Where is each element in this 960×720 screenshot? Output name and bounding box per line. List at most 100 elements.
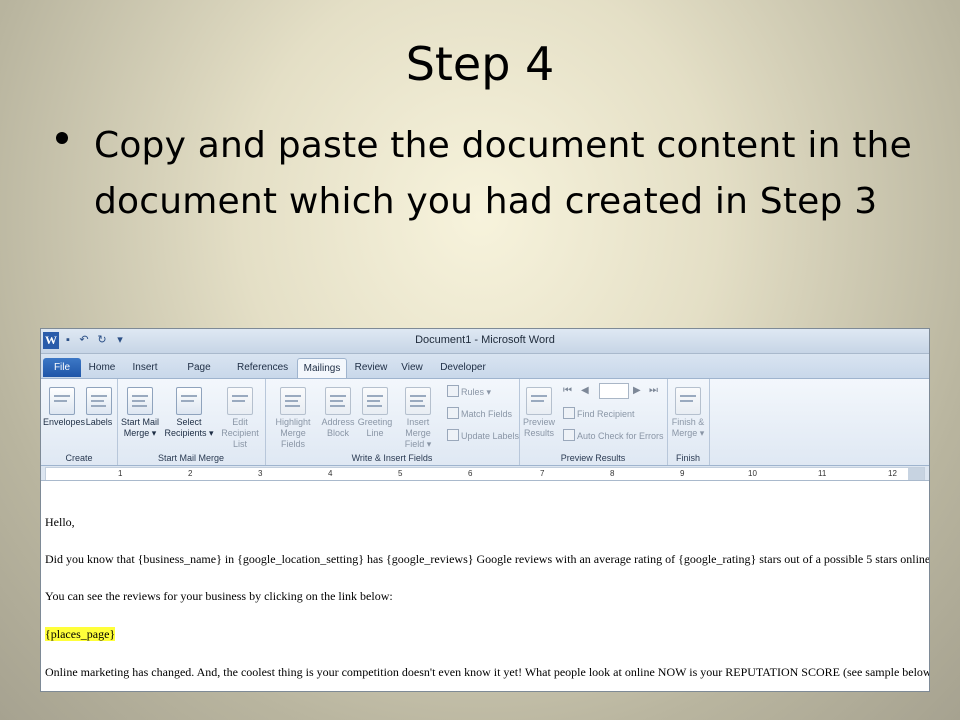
group-write-insert-fields: Highlight Merge Fields Address Block Gre… xyxy=(265,379,520,465)
ruler-number: 8 xyxy=(610,469,615,478)
ruler-number: 5 xyxy=(398,469,403,478)
select-recipients-label-2: Recipients ▾ xyxy=(164,428,214,438)
ruler-end xyxy=(908,468,924,480)
group-preview-results-label: Preview Results xyxy=(560,453,626,463)
document-body[interactable]: Hello, Did you know that {business_name}… xyxy=(41,503,929,691)
previous-record-icon[interactable]: ◀ xyxy=(581,385,589,396)
greeting-line-button[interactable]: Greeting Line xyxy=(357,387,393,439)
start-mail-merge-button[interactable]: Start Mail Merge ▾ xyxy=(119,387,161,439)
highlight-merge-fields-button[interactable]: Highlight Merge Fields xyxy=(267,387,319,450)
horizontal-ruler[interactable]: 1 2 3 4 5 6 7 8 9 10 11 12 xyxy=(41,466,929,481)
window-title: Document1 - Microsoft Word xyxy=(415,334,555,346)
finish-merge-label-1: Finish & xyxy=(671,417,705,427)
next-record-icon[interactable]: ▶ xyxy=(633,385,641,396)
finish-merge-button[interactable]: Finish & Merge ▾ xyxy=(669,387,707,439)
preview-results-label-1: Preview xyxy=(522,417,555,427)
finish-merge-icon xyxy=(675,387,701,415)
find-recipient-button[interactable]: Find Recipient xyxy=(563,407,635,421)
insert-merge-field-label-1: Insert Merge xyxy=(405,417,431,438)
group-preview-results: Preview Results ⏮ ◀ ▶ ⏭ Find Recipient A… xyxy=(519,379,668,465)
edit-recipient-list-label-2: Recipient List xyxy=(221,428,259,449)
match-fields-button[interactable]: Match Fields xyxy=(447,407,512,421)
finish-merge-label-2: Merge ▾ xyxy=(671,428,705,438)
last-record-icon[interactable]: ⏭ xyxy=(649,385,658,396)
tab-file[interactable]: File xyxy=(43,358,81,377)
ruler-track: 1 2 3 4 5 6 7 8 9 10 11 12 xyxy=(45,467,925,480)
tab-review[interactable]: Review xyxy=(353,358,389,377)
auto-check-errors-button[interactable]: Auto Check for Errors xyxy=(563,429,664,443)
bullet-item: Copy and paste the document content in t… xyxy=(56,118,916,230)
group-start-mail-merge: Start Mail Merge ▾ Select Recipients ▾ E… xyxy=(117,379,266,465)
update-labels-button[interactable]: Update Labels xyxy=(447,429,519,443)
tab-home[interactable]: Home xyxy=(87,358,117,377)
places-page-field[interactable]: {places_page} xyxy=(45,627,116,641)
ruler-number: 10 xyxy=(748,469,757,478)
tab-insert[interactable]: Insert xyxy=(129,358,161,377)
preview-results-button[interactable]: Preview Results xyxy=(521,387,557,439)
rules-icon xyxy=(447,385,459,397)
edit-recipient-list-icon xyxy=(227,387,253,415)
ruler-number: 12 xyxy=(888,469,897,478)
ruler-number: 11 xyxy=(818,469,827,478)
record-number-input[interactable] xyxy=(599,383,629,399)
bullet-dot-icon xyxy=(56,132,68,144)
address-block-label-1: Address xyxy=(321,417,355,427)
select-recipients-label-1: Select xyxy=(176,417,202,427)
edit-recipient-list-button[interactable]: Edit Recipient List xyxy=(215,387,265,450)
address-block-label-2: Block xyxy=(326,428,349,438)
address-block-icon xyxy=(325,387,351,415)
envelopes-label: Envelopes xyxy=(43,417,86,427)
greeting-line-label-2: Line xyxy=(366,428,384,438)
document-line-places-page[interactable]: {places_page} xyxy=(45,627,116,642)
tab-developer[interactable]: Developer xyxy=(437,358,489,377)
insert-merge-field-label-2: Field ▾ xyxy=(404,439,432,449)
greeting-line-icon xyxy=(362,387,388,415)
address-block-button[interactable]: Address Block xyxy=(321,387,355,439)
select-recipients-button[interactable]: Select Recipients ▾ xyxy=(163,387,215,439)
find-recipient-label: Find Recipient xyxy=(577,409,635,419)
tab-mailings[interactable]: Mailings xyxy=(297,358,347,378)
highlight-merge-fields-icon xyxy=(280,387,306,415)
ruler-number: 3 xyxy=(258,469,263,478)
slide-title: Step 4 xyxy=(405,37,555,91)
document-line-merge-text[interactable]: Did you know that {business_name} in {go… xyxy=(45,552,929,567)
ruler-number: 6 xyxy=(468,469,473,478)
auto-check-errors-icon xyxy=(563,429,575,441)
rules-label: Rules ▾ xyxy=(461,387,492,397)
document-line-marketing[interactable]: Online marketing has changed. And, the c… xyxy=(45,665,929,680)
document-line-greeting[interactable]: Hello, xyxy=(45,515,75,530)
find-recipient-icon xyxy=(563,407,575,419)
labels-button[interactable]: Labels xyxy=(83,387,115,428)
ruler-number: 7 xyxy=(540,469,545,478)
tab-page-layout[interactable]: Page Layout xyxy=(171,358,227,392)
insert-merge-field-icon xyxy=(405,387,431,415)
group-start-mail-merge-label: Start Mail Merge xyxy=(157,453,225,463)
start-mail-merge-label-1: Start Mail xyxy=(120,417,159,427)
greeting-line-label-1: Greeting xyxy=(357,417,393,427)
first-record-icon[interactable]: ⏮ xyxy=(563,385,572,396)
auto-check-errors-label: Auto Check for Errors xyxy=(577,431,664,441)
group-write-insert-fields-label: Write & Insert Fields xyxy=(351,453,433,463)
tab-view[interactable]: View xyxy=(397,358,427,377)
ruler-number: 4 xyxy=(328,469,333,478)
preview-results-icon xyxy=(526,387,552,415)
envelopes-button[interactable]: Envelopes xyxy=(43,387,85,428)
edit-recipient-list-label-1: Edit xyxy=(232,417,248,427)
document-line-reviews-link-intro[interactable]: You can see the reviews for your busines… xyxy=(45,589,393,604)
match-fields-label: Match Fields xyxy=(461,409,513,419)
labels-icon xyxy=(86,387,112,415)
tab-references[interactable]: References xyxy=(237,358,288,377)
group-create: Envelopes Labels Create xyxy=(41,379,118,465)
ruler-number: 1 xyxy=(118,469,123,478)
start-mail-merge-label-2: Merge ▾ xyxy=(123,428,157,438)
group-finish: Finish & Merge ▾ Finish xyxy=(667,379,710,465)
ruler-number: 2 xyxy=(188,469,193,478)
ribbon-tabs: File Home Insert Page Layout References … xyxy=(41,354,929,392)
insert-merge-field-button[interactable]: Insert Merge Field ▾ xyxy=(393,387,443,450)
preview-results-label-2: Results xyxy=(523,428,554,438)
group-create-label: Create xyxy=(65,453,93,463)
update-labels-icon xyxy=(447,429,459,441)
labels-label: Labels xyxy=(85,417,113,427)
rules-button[interactable]: Rules ▾ xyxy=(447,385,491,399)
title-bar: W ▪ ↶ ↻ ▾ Document1 - Microsoft Word xyxy=(41,329,929,354)
